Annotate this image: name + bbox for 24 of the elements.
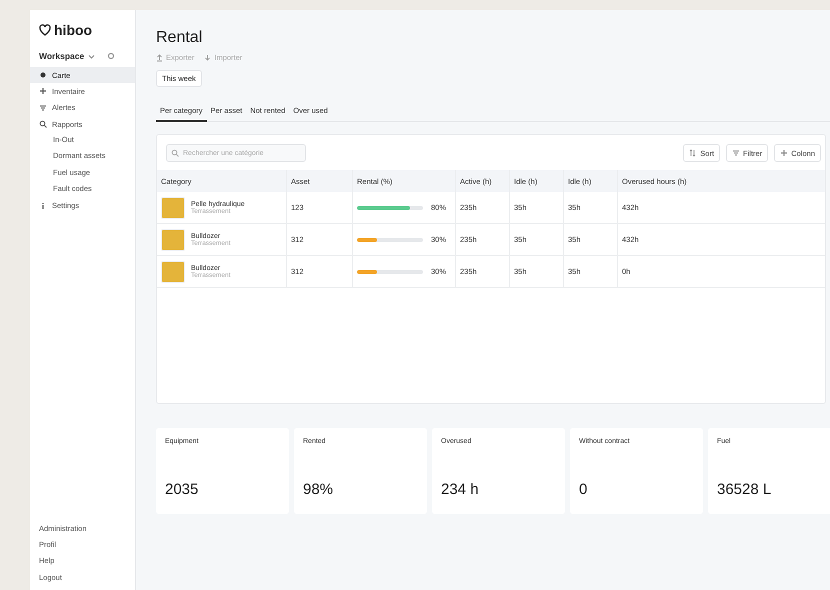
- filter-icon: [732, 149, 740, 157]
- kpi-value: 0: [579, 481, 588, 500]
- page-title: Rental: [156, 29, 202, 47]
- search-icon: [39, 120, 47, 128]
- workspace-selector[interactable]: Workspace: [39, 51, 84, 61]
- heart-logo-icon: [39, 24, 51, 36]
- download-icon: [204, 54, 212, 62]
- search-icon: [171, 149, 179, 157]
- kpi-value: 2035: [165, 481, 200, 500]
- plus-icon: [39, 87, 47, 96]
- gear-icon[interactable]: [107, 52, 116, 60]
- plus-icon: [780, 149, 788, 157]
- upload-icon: [156, 54, 163, 62]
- kpi-value: 234 h: [441, 481, 480, 500]
- kpi-value: 36528 L: [717, 481, 772, 500]
- photo-placeholder: [161, 228, 185, 250]
- sort-icon: [689, 149, 698, 157]
- chevron-down-icon: [88, 54, 96, 58]
- dot-icon: [39, 71, 47, 80]
- filter-icon: [39, 104, 47, 112]
- logo-text: hiboo: [54, 22, 92, 38]
- kpi-value: 98%: [303, 481, 334, 500]
- photo-placeholder: [161, 260, 185, 282]
- photo-placeholder: [161, 196, 185, 218]
